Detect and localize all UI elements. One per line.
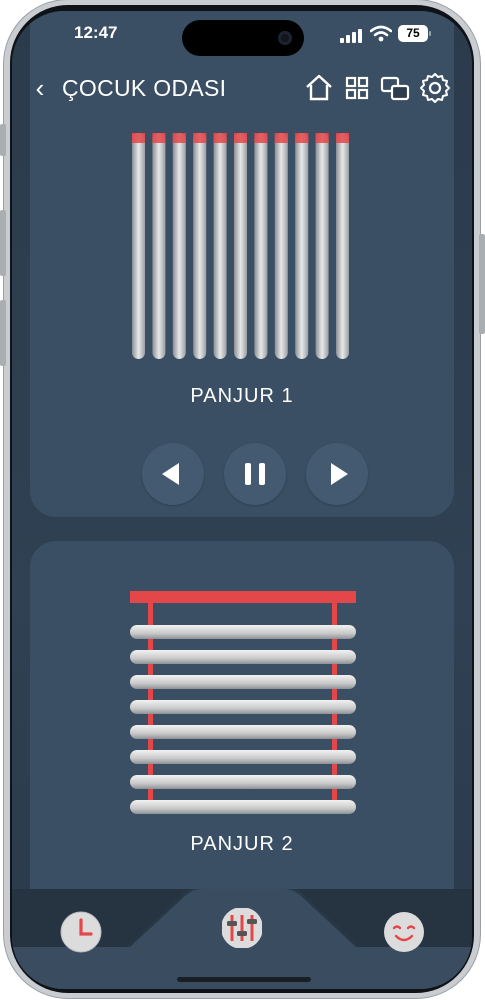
dynamic-island [182,20,304,56]
grid-icon[interactable] [340,71,374,105]
horizontal-slat [130,675,356,689]
page-title: ÇOCUK ODASI [62,75,227,101]
horizontal-slat [130,625,356,639]
pause-icon [245,463,265,485]
slat-cap [295,133,309,143]
back-icon[interactable]: ‹ [26,73,54,103]
slat-cap [193,133,207,143]
vertical-slat [295,133,309,359]
horizontal-slat [130,775,356,789]
bottom-tab-bar [12,889,472,989]
gear-icon[interactable] [418,71,452,105]
horizontal-slat [130,700,356,714]
blind-1-open-left-button[interactable] [142,443,204,505]
horizontal-slat [130,800,356,814]
scenes-icon[interactable] [378,71,412,105]
slat-cap [336,133,349,143]
blind-1-pause-button[interactable] [224,443,286,505]
sliders-icon[interactable] [221,907,263,949]
blind-1-close-right-button[interactable] [306,443,368,505]
volume-down-button [0,300,6,366]
blind-label-2: PANJUR 2 [190,833,294,855]
mute-switch [0,124,6,156]
blind-top-rail [130,591,356,603]
vertical-slat [315,133,329,359]
vertical-slat [193,133,207,359]
horizontal-slat [130,650,356,664]
right-arrow-icon [331,463,348,485]
slat-cap [132,133,145,143]
clock-icon[interactable] [60,911,102,953]
wifi-icon [370,25,392,42]
vertical-slat [234,133,247,359]
slat-cap [315,133,329,143]
left-arrow-icon [162,463,179,485]
volume-up-button [0,210,6,276]
vertical-slat [172,133,186,359]
slat-cap [152,133,166,143]
app-header: ‹ ÇOCUK ODASI [12,67,472,111]
app-screen: PANJUR 1 PANJUR 2 12:47 75 ‹ ÇOCUK ODASI [12,11,472,989]
smiley-icon[interactable] [383,911,425,953]
status-time: 12:47 [74,23,118,42]
vertical-slat [132,133,145,359]
horizontal-slat [130,750,356,764]
vertical-slat [274,133,288,359]
power-button [479,234,485,334]
vertical-slat [336,133,349,359]
cellular-signal-icon [340,29,362,43]
slat-cap [254,133,268,143]
vertical-slat [152,133,166,359]
vertical-slat [254,133,268,359]
camera-icon [278,31,292,45]
horizontal-slat [130,725,356,739]
slat-cap [274,133,288,143]
vertical-blind-graphic [132,133,349,359]
slat-cap [234,133,247,143]
blind-label-1: PANJUR 1 [190,385,294,407]
home-icon[interactable] [302,71,336,105]
slat-cap [172,133,186,143]
home-indicator[interactable] [177,977,311,982]
horizontal-blind-graphic [130,591,356,814]
slat-cap [213,133,227,143]
vertical-slat [213,133,227,359]
status-bar: 12:47 75 [12,11,472,57]
battery-indicator: 75 [398,25,431,42]
